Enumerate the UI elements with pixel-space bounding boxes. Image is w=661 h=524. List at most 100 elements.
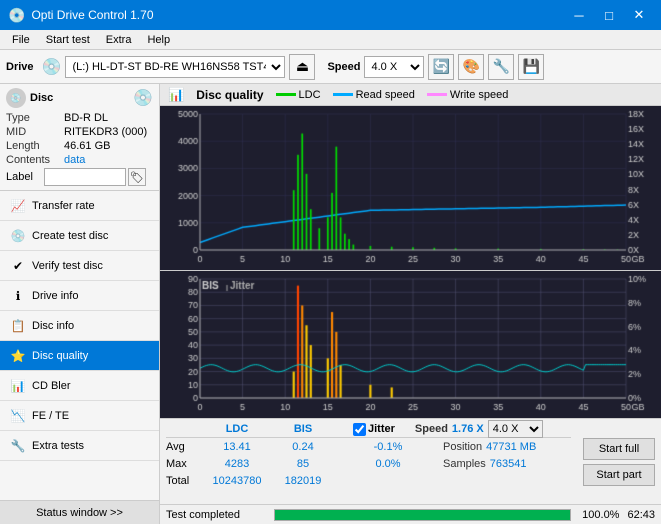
- stats-total-bis: 182019: [273, 475, 333, 487]
- progress-percent: 100.0%: [579, 509, 619, 521]
- jitter-checkbox[interactable]: [353, 423, 366, 436]
- drive-info-icon: ℹ: [10, 288, 26, 304]
- nav-cd-bler-label: CD Bler: [32, 380, 71, 392]
- nav-disc-info[interactable]: 📋 Disc info: [0, 311, 159, 341]
- right-panel: 📊 Disc quality LDC Read speed Write spee…: [160, 84, 661, 524]
- stats-max-bis: 85: [273, 458, 333, 470]
- legend-read-speed-label: Read speed: [356, 89, 415, 101]
- window-title: Opti Drive Control 1.70: [31, 8, 565, 22]
- cd-bler-icon: 📊: [10, 378, 26, 394]
- legend-write-speed-color: [427, 93, 447, 96]
- menu-file[interactable]: File: [4, 32, 38, 48]
- legend-ldc: LDC: [276, 89, 321, 101]
- options-button1[interactable]: 🎨: [458, 54, 484, 80]
- disc-quality-icon: ⭐: [10, 348, 26, 364]
- stats-max-jitter: 0.0%: [353, 458, 423, 470]
- transfer-rate-icon: 📈: [10, 198, 26, 214]
- chart-header-icon: 📊: [168, 87, 184, 103]
- stats-max-ldc: 4283: [201, 458, 273, 470]
- disc-info-icon: 📋: [10, 318, 26, 334]
- app-icon: 💿: [8, 7, 25, 24]
- disc-length-key: Length: [6, 140, 64, 152]
- start-part-button[interactable]: Start part: [583, 464, 655, 486]
- progress-status: Test completed: [166, 509, 266, 521]
- verify-test-disc-icon: ✔: [10, 258, 26, 274]
- disc-label-apply-button[interactable]: 🏷: [128, 168, 146, 186]
- speed-select[interactable]: 4.0 X 1.0 X 2.0 X 8.0 X: [364, 56, 424, 78]
- stats-avg-label: Avg: [166, 441, 201, 453]
- status-window-label: Status window >>: [36, 507, 123, 519]
- nav-disc-quality[interactable]: ⭐ Disc quality: [0, 341, 159, 371]
- window-controls: ─ □ ✕: [565, 5, 653, 25]
- nav-verify-test-disc[interactable]: ✔ Verify test disc: [0, 251, 159, 281]
- stats-speed-current: 1.76 X: [452, 423, 484, 435]
- nav-fe-te-label: FE / TE: [32, 410, 69, 422]
- drive-label: Drive: [6, 61, 34, 73]
- stats-avg-bis: 0.24: [273, 441, 333, 453]
- status-window-button[interactable]: Status window >>: [0, 500, 159, 524]
- disc-label-input[interactable]: [44, 168, 126, 186]
- disc-mid-row: MID RITEKDR3 (000): [6, 126, 153, 138]
- nav-create-test-disc[interactable]: 💿 Create test disc: [0, 221, 159, 251]
- title-bar: 💿 Opti Drive Control 1.70 ─ □ ✕: [0, 0, 661, 30]
- disc-length-val: 46.61 GB: [64, 140, 110, 152]
- nav-create-test-disc-label: Create test disc: [32, 230, 108, 242]
- nav-fe-te[interactable]: 📉 FE / TE: [0, 401, 159, 431]
- eject-button[interactable]: ⏏: [289, 54, 315, 80]
- stats-header-bis: BIS: [273, 423, 333, 435]
- legend-ldc-label: LDC: [299, 89, 321, 101]
- disc-mid-val: RITEKDR3 (000): [64, 126, 147, 138]
- nav-transfer-rate-label: Transfer rate: [32, 200, 95, 212]
- start-full-button[interactable]: Start full: [583, 438, 655, 460]
- drive-select[interactable]: (L:) HL-DT-ST BD-RE WH16NS58 TST4: [65, 56, 285, 78]
- options-button2[interactable]: 🔧: [488, 54, 514, 80]
- minimize-button[interactable]: ─: [565, 5, 593, 25]
- nav-verify-test-disc-label: Verify test disc: [32, 260, 103, 272]
- charts-container: [160, 106, 661, 418]
- maximize-button[interactable]: □: [595, 5, 623, 25]
- refresh-speed-button[interactable]: 🔄: [428, 54, 454, 80]
- speed-label: Speed: [327, 61, 360, 73]
- stats-position-label: Position: [443, 441, 482, 453]
- disc-section: 💿 Disc 💿 Type BD-R DL MID RITEKDR3 (000)…: [0, 84, 159, 191]
- menu-extra[interactable]: Extra: [98, 32, 140, 48]
- menu-help[interactable]: Help: [139, 32, 178, 48]
- legend-write-speed-label: Write speed: [450, 89, 509, 101]
- jitter-checkbox-area: Jitter: [353, 423, 395, 436]
- nav-extra-tests[interactable]: 🔧 Extra tests: [0, 431, 159, 461]
- nav-disc-info-label: Disc info: [32, 320, 74, 332]
- jitter-label: Jitter: [368, 423, 395, 435]
- disc-type-key: Type: [6, 112, 64, 124]
- disc-contents-val: data: [64, 154, 85, 166]
- nav-cd-bler[interactable]: 📊 CD Bler: [0, 371, 159, 401]
- ldc-chart-canvas: [160, 106, 661, 270]
- nav-drive-info-label: Drive info: [32, 290, 78, 302]
- drive-icon: 💿: [42, 57, 62, 77]
- stats-total-ldc: 10243780: [201, 475, 273, 487]
- disc-label-key: Label: [6, 171, 42, 183]
- close-button[interactable]: ✕: [625, 5, 653, 25]
- stats-header-ldc: LDC: [201, 423, 273, 435]
- disc-mid-key: MID: [6, 126, 64, 138]
- disc-section-title: Disc: [30, 92, 53, 104]
- menu-start-test[interactable]: Start test: [38, 32, 98, 48]
- nav-drive-info[interactable]: ℹ Drive info: [0, 281, 159, 311]
- create-test-disc-icon: 💿: [10, 228, 26, 244]
- stats-speed-select[interactable]: 4.0 X 1.0 X 2.0 X: [488, 420, 543, 438]
- stats-total-label: Total: [166, 475, 201, 487]
- disc-type-row: Type BD-R DL: [6, 112, 153, 124]
- disc-contents-row: Contents data: [6, 154, 153, 166]
- stats-samples-label: Samples: [443, 458, 486, 470]
- stats-max-label: Max: [166, 458, 201, 470]
- disc-icon: 💿: [6, 88, 26, 108]
- extra-tests-icon: 🔧: [10, 438, 26, 454]
- bis-jitter-chart-canvas: [160, 271, 661, 418]
- chart-bottom: [160, 271, 661, 418]
- disc-large-icon: 💿: [133, 88, 153, 108]
- nav-menu: 📈 Transfer rate 💿 Create test disc ✔ Ver…: [0, 191, 159, 500]
- progress-area: Test completed 100.0% 62:43: [160, 504, 661, 524]
- toolbar: Drive 💿 (L:) HL-DT-ST BD-RE WH16NS58 TST…: [0, 50, 661, 84]
- nav-transfer-rate[interactable]: 📈 Transfer rate: [0, 191, 159, 221]
- save-button[interactable]: 💾: [518, 54, 544, 80]
- disc-type-val: BD-R DL: [64, 112, 108, 124]
